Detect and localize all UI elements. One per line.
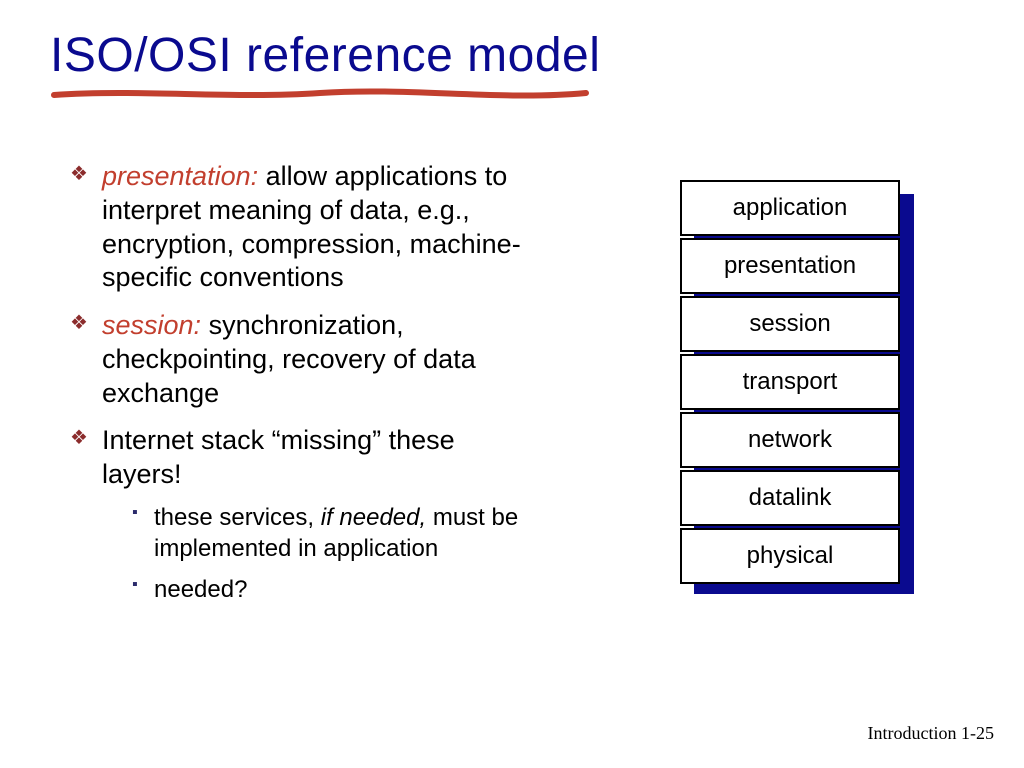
layer-session-label: session [749, 310, 830, 338]
bullet-missing: Internet stack “missing” these layers! t… [70, 424, 540, 605]
subbullet-needed: needed? [132, 574, 540, 605]
title-block: ISO/OSI reference model [50, 28, 600, 103]
layer-physical-label: physical [747, 542, 834, 570]
title-underline-icon [50, 87, 590, 103]
sub1-pre: these services, [154, 504, 321, 531]
keyword-presentation: presentation: [102, 161, 258, 191]
slide-footer: Introduction 1-25 [868, 723, 994, 744]
layer-transport: transport [680, 354, 900, 410]
sub2-text: needed? [154, 576, 247, 603]
layer-transport-label: transport [743, 368, 838, 396]
layer-network-label: network [748, 426, 832, 454]
sub-list: these services, if needed, must be imple… [102, 502, 540, 606]
footer-page: 1-25 [961, 723, 994, 743]
layer-network: network [680, 412, 900, 468]
layer-presentation-label: presentation [724, 252, 856, 280]
layer-datalink: datalink [680, 470, 900, 526]
main-list: presentation: allow applications to inte… [70, 160, 540, 605]
body-content: presentation: allow applications to inte… [70, 160, 540, 619]
subbullet-implemented: these services, if needed, must be imple… [132, 502, 540, 564]
footer-label: Introduction [868, 723, 957, 743]
bullet-presentation: presentation: allow applications to inte… [70, 160, 540, 295]
slide-title: ISO/OSI reference model [50, 28, 600, 89]
osi-stack: application presentation session transpo… [680, 180, 910, 584]
bullet-session: session: synchronization, checkpointing,… [70, 309, 540, 410]
layer-application-label: application [733, 194, 848, 222]
layer-session: session [680, 296, 900, 352]
stack-layers: application presentation session transpo… [680, 180, 900, 584]
layer-datalink-label: datalink [749, 484, 832, 512]
keyword-session: session: [102, 310, 201, 340]
sub1-em: if needed, [321, 504, 426, 531]
layer-application: application [680, 180, 900, 236]
layer-physical: physical [680, 528, 900, 584]
layer-presentation: presentation [680, 238, 900, 294]
slide: ISO/OSI reference model presentation: al… [0, 0, 1024, 768]
bullet-missing-text: Internet stack “missing” these layers! [102, 425, 455, 489]
